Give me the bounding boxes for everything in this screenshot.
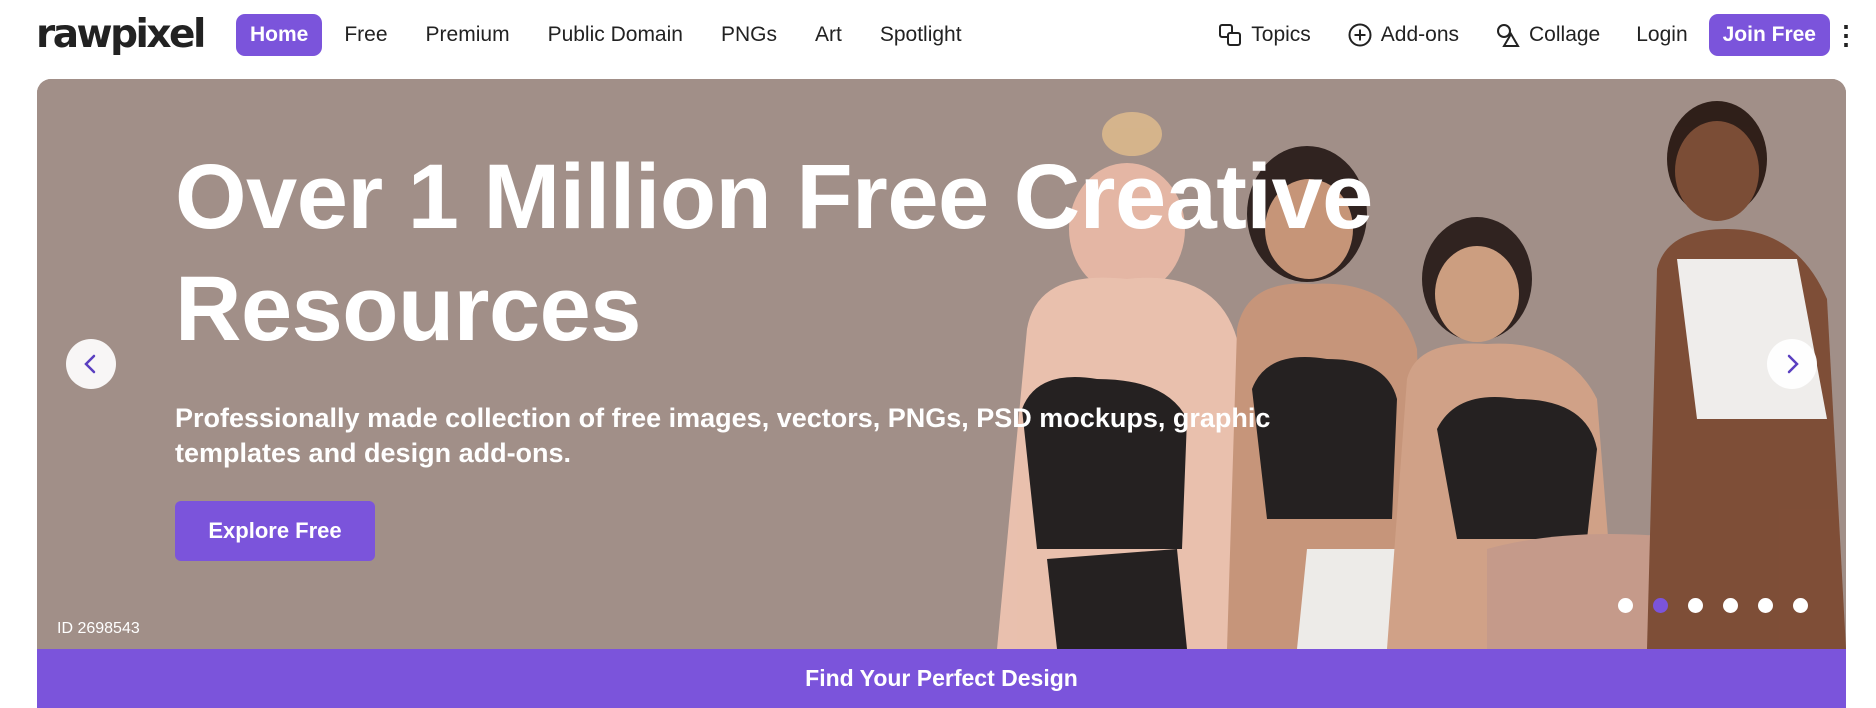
collage-label: Collage xyxy=(1529,23,1601,46)
nav-public-domain[interactable]: Public Domain xyxy=(532,14,699,56)
plus-circle-icon xyxy=(1348,23,1372,47)
hero-subtitle: Professionally made collection of free i… xyxy=(175,401,1275,471)
hero-title-line1: Over 1 Million Free Creative xyxy=(175,146,1373,248)
topics-label: Topics xyxy=(1251,23,1311,46)
carousel-dot[interactable] xyxy=(1618,598,1633,613)
nav-art[interactable]: Art xyxy=(799,14,858,56)
find-bar-label: Find Your Perfect Design xyxy=(805,665,1078,691)
chevron-right-icon xyxy=(1787,354,1799,374)
carousel-dot[interactable] xyxy=(1758,598,1773,613)
carousel-next-button[interactable] xyxy=(1767,339,1817,389)
addons-button[interactable]: Add-ons xyxy=(1332,14,1474,56)
carousel-indicators xyxy=(1618,598,1808,613)
image-id-label: ID 2698543 xyxy=(57,620,140,637)
addons-label: Add-ons xyxy=(1380,23,1460,46)
main-nav: Home Free Premium Public Domain PNGs Art… xyxy=(236,14,978,56)
nav-home[interactable]: Home xyxy=(236,14,323,56)
carousel-prev-button[interactable] xyxy=(66,339,116,389)
topics-icon xyxy=(1219,24,1242,46)
join-free-button[interactable]: Join Free xyxy=(1708,14,1830,56)
carousel-dot[interactable] xyxy=(1688,598,1703,613)
hero-banner: Over 1 Million Free Creative Resources P… xyxy=(37,79,1846,649)
carousel-dot[interactable] xyxy=(1723,598,1738,613)
nav-premium[interactable]: Premium xyxy=(410,14,526,56)
find-your-perfect-design-bar[interactable]: Find Your Perfect Design xyxy=(37,649,1846,708)
topics-button[interactable]: Topics xyxy=(1202,14,1326,56)
nav-spotlight[interactable]: Spotlight xyxy=(864,14,978,56)
collage-button[interactable]: Collage xyxy=(1480,14,1615,56)
carousel-dot-active[interactable] xyxy=(1653,598,1668,613)
top-navigation-bar: rawpixel Home Free Premium Public Domain… xyxy=(0,0,1876,72)
explore-free-button[interactable]: Explore Free xyxy=(175,501,375,561)
more-options-icon[interactable]: ⋮ xyxy=(1833,14,1859,56)
nav-free[interactable]: Free xyxy=(328,14,403,56)
nav-pngs[interactable]: PNGs xyxy=(705,14,793,56)
carousel-dot[interactable] xyxy=(1793,598,1808,613)
hero-subtitle-line2: templates and design add-ons. xyxy=(175,438,572,468)
chevron-left-icon xyxy=(84,354,96,374)
hero-title-line2: Resources xyxy=(175,258,641,360)
account-nav: Topics Add-ons Collage Login Join Free ⋮ xyxy=(1202,14,1859,56)
hero-title: Over 1 Million Free Creative Resources xyxy=(175,141,1373,365)
rawpixel-logo[interactable]: rawpixel xyxy=(36,12,206,57)
shapes-icon xyxy=(1497,24,1520,47)
login-link[interactable]: Login xyxy=(1621,14,1702,56)
hero-subtitle-line1: Professionally made collection of free i… xyxy=(175,403,1271,433)
